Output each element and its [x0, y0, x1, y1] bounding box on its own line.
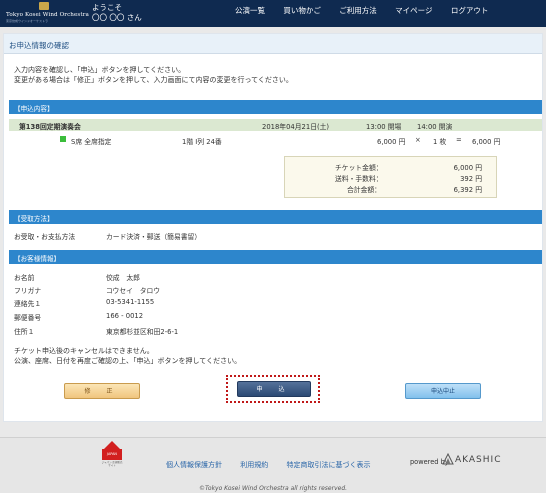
notes: チケット申込後のキャンセルはできません。 公演、座席、日付を再度ご確認の上、「申…	[14, 346, 241, 366]
welcome-block: ようこそ 〇〇 〇〇 さん	[92, 3, 142, 23]
concert-name: 第138回定期演奏会	[19, 123, 81, 131]
page-title: お申込情報の確認	[4, 34, 542, 54]
customer-kana-value: コウセイ タロウ	[106, 287, 161, 295]
cancel-application-button[interactable]: 申込中止	[405, 383, 481, 399]
customer-address-value: 東京都杉並区和田2-6-1	[106, 328, 179, 336]
authorized-seller-seal: JAPAN ジャパン 正規販売サイト	[101, 441, 123, 479]
seat-color-icon	[60, 136, 66, 142]
footer: JAPAN ジャパン 正規販売サイト 個人情報保護方針 利用規約 特定商取引法に…	[0, 437, 546, 493]
equals-sign: =	[456, 136, 462, 144]
intro-line-2: 変更がある場合は「修正」ボタンを押して、入力画面にて内容の変更を行ってください。	[14, 76, 293, 84]
terms-link[interactable]: 利用規約	[240, 461, 268, 469]
nav-cart[interactable]: 買い物かご	[283, 6, 321, 15]
commercial-law-link[interactable]: 特定商取引法に基づく表示	[286, 461, 370, 469]
user-name: 〇〇 〇〇 さん	[92, 13, 142, 22]
customer-name-value: 佼成 太郎	[106, 274, 140, 282]
note-line-2: 公演、座席、日付を再度ご確認の上、「申込」ボタンを押してください。	[14, 357, 242, 365]
line-total: 6,000 円	[472, 138, 501, 146]
section-order: 【申込内容】	[9, 100, 542, 114]
site-logo[interactable]: Tokyo Kosei Wind Orchestra 東京佼成ウインドオーケスト…	[6, 2, 89, 24]
intro-text: 入力内容を確認し、「申込」ボタンを押してください。 変更がある場合は「修正」ボタ…	[14, 65, 293, 85]
multiply-sign: ×	[415, 136, 421, 144]
confirmation-panel: お申込情報の確認 入力内容を確認し、「申込」ボタンを押してください。 変更がある…	[3, 33, 543, 422]
customer-address-label: 住所１	[14, 328, 35, 336]
apply-button-focus-ring: 申 込	[226, 375, 320, 403]
fee-value: 392 円	[460, 175, 482, 183]
logo-emblem-icon	[39, 2, 49, 10]
ticket-row: S席 全席指定 1階 I列 24番 6,000 円 × 1 枚 = 6,000 …	[9, 133, 542, 146]
quantity: 1 枚	[433, 138, 447, 146]
note-line-1: チケット申込後のキャンセルはできません。	[14, 347, 154, 355]
seal-roof-icon	[104, 441, 120, 449]
customer-zip-value: 166 - 0012	[106, 312, 144, 320]
nav-performances[interactable]: 公演一覧	[235, 6, 265, 15]
apply-button[interactable]: 申 込	[237, 381, 311, 397]
edit-button[interactable]: 修 正	[64, 383, 140, 399]
nav-mypage[interactable]: マイページ	[395, 6, 432, 15]
fee-label: 送料・手数料：	[335, 175, 383, 183]
main-nav: 公演一覧 買い物かご ご利用方法 マイページ ログアウト	[235, 5, 504, 16]
nav-logout[interactable]: ログアウト	[451, 6, 489, 15]
section-customer: 【お客様情報】	[9, 250, 542, 264]
customer-name-label: お名前	[14, 274, 35, 282]
top-header: Tokyo Kosei Wind Orchestra 東京佼成ウインドオーケスト…	[0, 0, 546, 27]
customer-zip-label: 郵便番号	[14, 314, 42, 322]
nav-guide[interactable]: ご利用方法	[339, 6, 377, 15]
start-time: 14:00 開演	[417, 123, 453, 131]
logo-subtext: 東京佼成ウインドオーケストラ	[6, 19, 49, 23]
delivery-value: カード決済・郵送（簡易書留）	[106, 233, 202, 241]
customer-phone-label: 連絡先１	[14, 300, 42, 308]
seal-badge: JAPAN	[102, 449, 122, 460]
concert-date: 2018年04月21日(土)	[262, 123, 330, 131]
seal-text: ジャパン 正規販売サイト	[101, 461, 123, 467]
customer-kana-label: フリガナ	[14, 287, 42, 295]
total-value: 6,392 円	[453, 186, 482, 194]
concert-row: 第138回定期演奏会 2018年04月21日(土) 13:00 開場 14:00…	[9, 119, 542, 131]
seat-location: 1階 I列 24番	[182, 138, 222, 146]
delivery-label: お受取・お支払方法	[14, 233, 76, 241]
total-label: 合計金額：	[347, 186, 381, 194]
copyright: ©Tokyo Kosei Wind Orchestra all rights r…	[198, 485, 348, 492]
section-delivery: 【受取方法】	[9, 210, 542, 224]
footer-links: 個人情報保護方針 利用規約 特定商取引法に基づく表示	[166, 460, 386, 470]
intro-line-1: 入力内容を確認し、「申込」ボタンを押してください。	[14, 66, 186, 74]
welcome-text: ようこそ	[92, 3, 122, 12]
unit-price: 6,000 円	[377, 138, 406, 146]
ticket-amount-value: 6,000 円	[453, 164, 482, 172]
akashic-logo-icon	[442, 453, 454, 465]
open-time: 13:00 開場	[366, 123, 402, 131]
customer-phone-value: 03-5341-1155	[106, 298, 155, 306]
logo-text: Tokyo Kosei Wind Orchestra	[6, 12, 89, 18]
privacy-policy-link[interactable]: 個人情報保護方針	[166, 461, 222, 469]
akashic-brand[interactable]: AKASHIC	[455, 455, 501, 465]
totals-box: チケット金額： 6,000 円 送料・手数料： 392 円 合計金額： 6,39…	[284, 156, 497, 198]
seat-class: S席 全席指定	[71, 138, 112, 146]
ticket-amount-label: チケット金額：	[335, 164, 383, 172]
